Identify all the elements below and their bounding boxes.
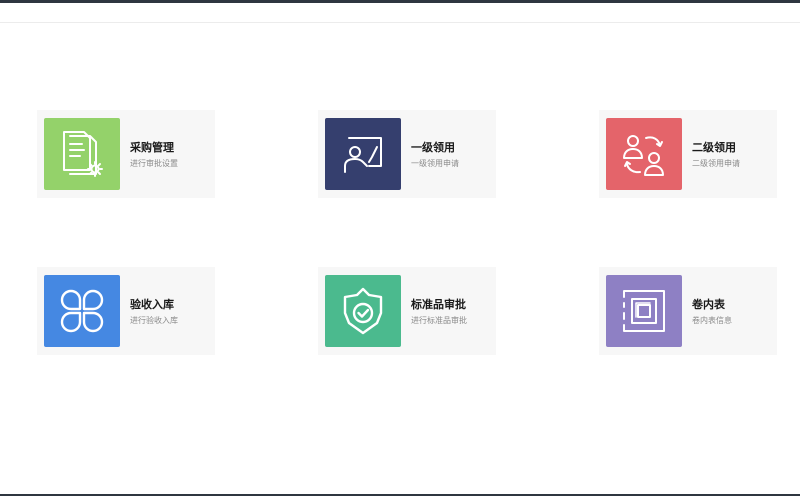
card-title: 一级领用 [411, 141, 455, 154]
card-subtitle: 二级领用申请 [692, 159, 740, 168]
card-first-level-requisition[interactable]: 一级领用 一级领用申请 [318, 110, 496, 198]
card-title: 二级领用 [692, 141, 736, 154]
card-title: 采购管理 [130, 141, 174, 154]
top-bar [0, 0, 800, 3]
document-settings-icon [54, 126, 110, 182]
presenter-board-icon [335, 126, 391, 182]
card-icon-box [44, 275, 120, 347]
header-divider [0, 22, 800, 23]
card-second-level-requisition[interactable]: 二级领用 二级领用申请 [599, 110, 777, 198]
card-subtitle: 进行验收入库 [130, 316, 178, 325]
shield-check-icon [335, 283, 391, 339]
card-icon-box [325, 118, 401, 190]
card-icon-box [325, 275, 401, 347]
card-title: 卷内表 [692, 298, 725, 311]
card-subtitle: 进行审批设置 [130, 159, 178, 168]
card-procurement[interactable]: 采购管理 进行审批设置 [37, 110, 215, 198]
card-volume-table[interactable]: 卷内表 卷内表信息 [599, 267, 777, 355]
card-acceptance-storage[interactable]: 验收入库 进行验收入库 [37, 267, 215, 355]
card-subtitle: 一级领用申请 [411, 159, 459, 168]
card-icon-box [44, 118, 120, 190]
card-title: 标准品审批 [411, 298, 466, 311]
user-exchange-icon [616, 126, 672, 182]
card-title: 验收入库 [130, 298, 174, 311]
card-icon-box [606, 118, 682, 190]
four-petal-icon [54, 283, 110, 339]
card-standard-approval[interactable]: 标准品审批 进行标准品审批 [318, 267, 496, 355]
layered-squares-icon [616, 283, 672, 339]
card-icon-box [606, 275, 682, 347]
card-subtitle: 进行标准品审批 [411, 316, 467, 325]
card-subtitle: 卷内表信息 [692, 316, 732, 325]
